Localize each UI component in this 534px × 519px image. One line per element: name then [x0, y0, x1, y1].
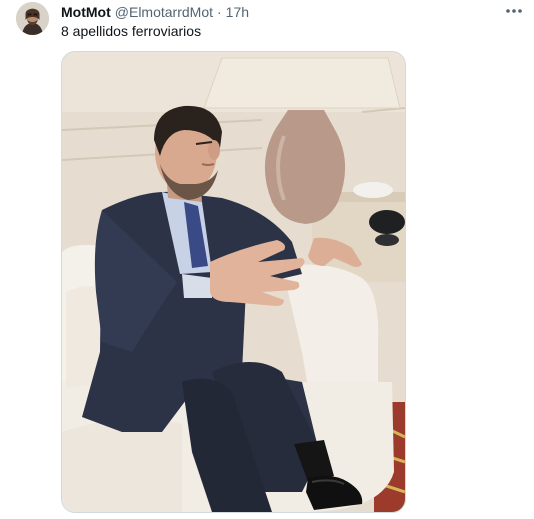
photo-man-on-sofa: [62, 52, 405, 512]
timestamp[interactable]: 17h: [226, 3, 249, 21]
user-handle[interactable]: @ElmotarrdMot: [115, 3, 213, 21]
display-name[interactable]: MotMot: [61, 3, 111, 21]
separator-dot: ·: [217, 4, 222, 20]
avatar[interactable]: [16, 2, 49, 35]
tweet-header: MotMot @ElmotarrdMot · 17h: [61, 3, 249, 21]
more-horizontal-icon: [506, 9, 522, 13]
tweet: MotMot @ElmotarrdMot · 17h 8 apellidos f…: [0, 0, 534, 519]
tweet-photo[interactable]: [61, 51, 406, 513]
more-options-button[interactable]: [503, 2, 525, 20]
avatar-image: [16, 2, 49, 35]
tweet-text: 8 apellidos ferroviarios: [61, 23, 202, 39]
